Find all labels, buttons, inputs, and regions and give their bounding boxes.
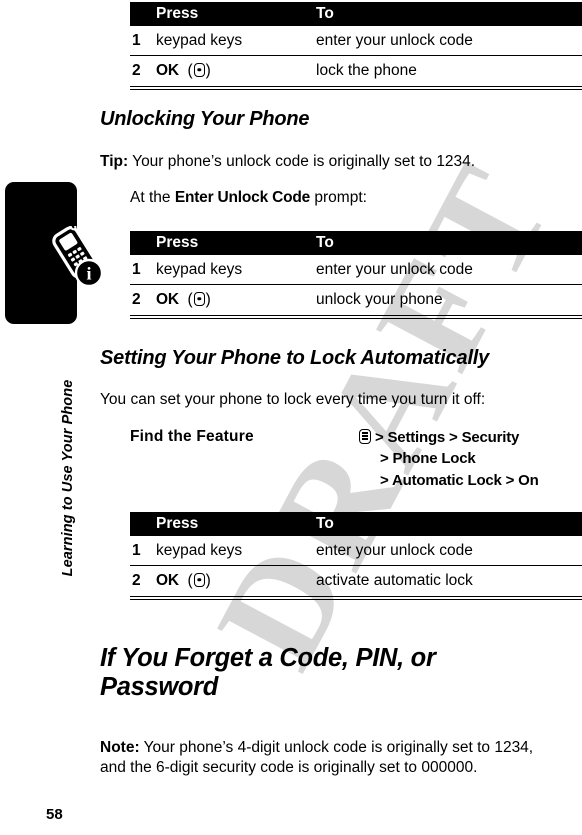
step-number: 2	[132, 291, 141, 308]
step-press: keypad keys	[156, 31, 243, 49]
column-header-to: To	[316, 5, 334, 22]
step-to: enter your unlock code	[316, 31, 473, 49]
step-number: 1	[132, 541, 141, 559]
tip-paragraph: Tip: Your phone’s unlock code is origina…	[100, 152, 582, 172]
table-header-row: Press To	[130, 512, 582, 536]
step-press: OK ()	[156, 62, 316, 80]
chapter-label: Learning to Use Your Phone	[60, 379, 76, 577]
svg-text:i: i	[86, 264, 91, 284]
soft-key-label: OK	[156, 62, 179, 79]
paren-open: (	[183, 62, 193, 79]
column-header-press: Press	[156, 515, 199, 532]
table-bottom-rule-2	[130, 599, 582, 600]
note-paragraph: Note: Your phone’s 4-digit unlock code i…	[100, 738, 545, 779]
step-to: activate automatic lock	[316, 572, 473, 589]
column-header-press: Press	[156, 5, 199, 22]
step-number: 1	[132, 31, 141, 49]
table-row: 2 OK () activate automatic lock	[130, 566, 582, 596]
center-key-icon	[193, 573, 205, 587]
center-key-icon	[193, 63, 205, 77]
table-bottom-rule-2	[130, 89, 582, 90]
paren-close: )	[205, 572, 211, 589]
step-press: keypad keys	[156, 541, 243, 559]
column-header-to: To	[316, 515, 334, 532]
manual-page: DRAFT i Learning to Use Your Phone 58 Pr…	[0, 0, 582, 835]
page-number: 58	[46, 806, 63, 823]
auto-lock-intro: You can set your phone to lock every tim…	[100, 391, 486, 408]
column-header-to: To	[316, 234, 334, 251]
phone-info-icon: i	[48, 220, 104, 288]
table-row: 1 keypad keys enter your unlock code	[130, 26, 582, 56]
step-to: lock the phone	[316, 62, 417, 79]
section-heading-unlocking: Unlocking Your Phone	[100, 108, 310, 130]
table-header-row: Press To	[130, 231, 582, 255]
table-row: 1 keypad keys enter your unlock code	[130, 536, 582, 566]
step-number: 2	[132, 62, 141, 79]
note-label: Note:	[100, 739, 140, 756]
step-press: OK ()	[156, 291, 316, 309]
note-text: Your phone’s 4-digit unlock code is orig…	[100, 739, 534, 777]
soft-key-label: OK	[156, 291, 179, 308]
table-row: 2 OK () unlock your phone	[130, 285, 582, 315]
step-to: enter your unlock code	[316, 260, 473, 278]
prompt-pre: At the	[130, 189, 175, 206]
path-line-2: > Phone Lock	[380, 450, 476, 468]
section-heading-auto-lock: Setting Your Phone to Lock Automatically	[100, 347, 490, 369]
step-number: 1	[132, 260, 141, 278]
soft-key-label: OK	[156, 572, 179, 589]
table-row: 1 keypad keys enter your unlock code	[130, 255, 582, 285]
step-to: enter your unlock code	[316, 541, 473, 559]
prompt-post: prompt:	[310, 189, 367, 206]
menu-key-icon	[359, 429, 371, 444]
step-to: unlock your phone	[316, 291, 443, 308]
table-unlock-phone: Press To 1 keypad keys enter your unlock…	[130, 231, 582, 319]
step-number: 2	[132, 572, 141, 589]
step-press: OK ()	[156, 572, 316, 590]
path-line-3: > Automatic Lock > On	[380, 471, 539, 489]
tip-text: Your phone’s unlock code is originally s…	[128, 153, 476, 170]
column-header-press: Press	[156, 234, 199, 251]
center-key-icon	[193, 292, 205, 306]
table-lock-phone: Press To 1 keypad keys enter your unlock…	[130, 2, 582, 90]
section-heading-forgot: If You Forget a Code, PIN, or Password	[100, 644, 436, 702]
paren-close: )	[205, 62, 211, 79]
find-the-feature-label: Find the Feature	[130, 428, 254, 445]
table-header-row: Press To	[130, 2, 582, 26]
tip-label: Tip:	[100, 153, 129, 170]
table-row: 2 OK () lock the phone	[130, 56, 582, 86]
paren-open: (	[183, 291, 193, 308]
paren-close: )	[205, 291, 211, 308]
path-line-1: > Settings > Security	[374, 429, 520, 446]
find-the-feature-path: > Settings > Security > Phone Lock > Aut…	[359, 427, 539, 491]
paren-open: (	[183, 572, 193, 589]
prompt-screen-name: Enter Unlock Code	[174, 189, 311, 206]
table-automatic-lock: Press To 1 keypad keys enter your unlock…	[130, 512, 582, 600]
table-bottom-rule-2	[130, 318, 582, 319]
prompt-paragraph: At the Enter Unlock Code prompt:	[130, 188, 582, 208]
step-press: keypad keys	[156, 260, 243, 278]
